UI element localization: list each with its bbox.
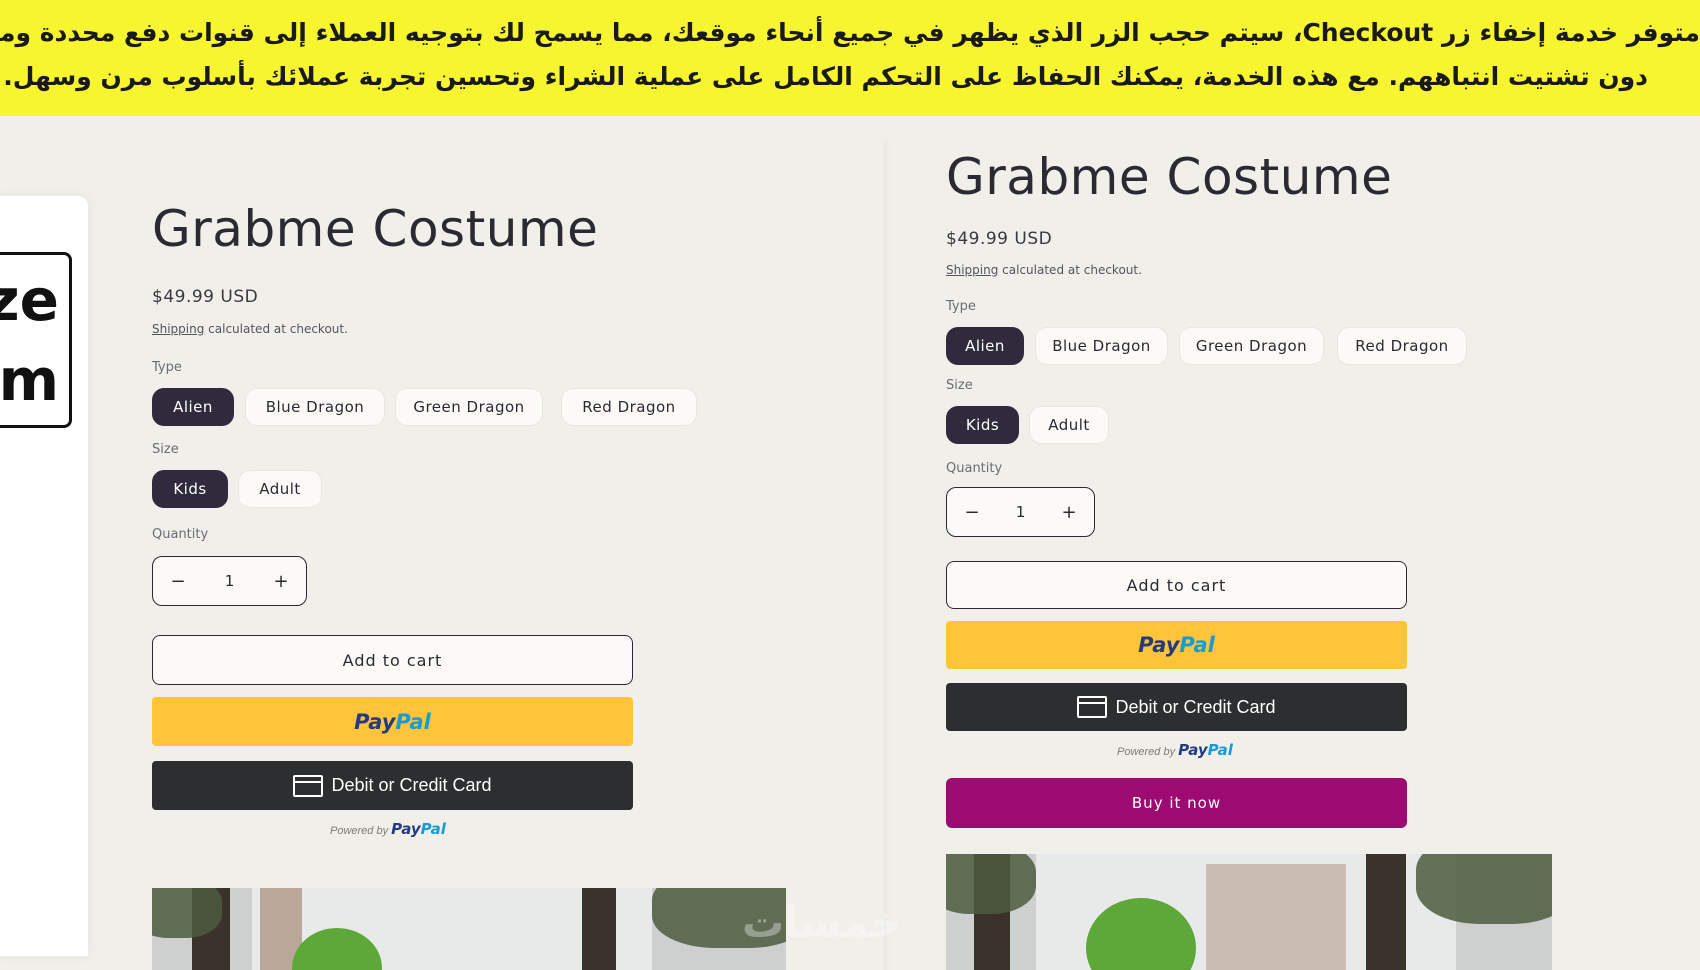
paypal-logo-pay: Pay xyxy=(1138,633,1180,657)
quantity-label: Quantity xyxy=(946,461,1003,476)
product-price: $49.99 USD xyxy=(152,287,259,307)
panel-divider xyxy=(884,140,890,970)
banner-line-2: دون تشتيت انتباههم. مع هذه الخدمة، يمكنك… xyxy=(3,62,1648,91)
product-media-card: ze m xyxy=(0,196,88,956)
type-option-alien[interactable]: Alien xyxy=(946,327,1024,365)
shipping-link[interactable]: Shipping xyxy=(946,263,998,277)
powered-paypal-logo: PayPal xyxy=(1178,741,1233,759)
product-photo xyxy=(946,854,1552,970)
powered-logo-pay: Pay xyxy=(1178,741,1208,759)
quantity-increase-button[interactable]: + xyxy=(1044,502,1094,523)
credit-card-icon xyxy=(1077,696,1108,718)
banner-line-1: متوفر خدمة إخفاء زر Checkout، سيتم حجب ا… xyxy=(0,18,1700,47)
type-label: Type xyxy=(946,299,976,314)
powered-logo-pay: Pay xyxy=(391,820,421,838)
powered-logo-pal: Pal xyxy=(1207,741,1233,759)
quantity-increase-button[interactable]: + xyxy=(256,571,306,592)
paypal-logo: PayPal xyxy=(354,710,431,734)
paypal-logo-pal: Pal xyxy=(395,709,431,734)
announcement-banner: متوفر خدمة إخفاء زر Checkout، سيتم حجب ا… xyxy=(0,0,1700,116)
paypal-logo-pal: Pal xyxy=(1179,633,1215,657)
size-option-kids[interactable]: Kids xyxy=(946,406,1019,444)
product-title: Grabme Costume xyxy=(152,200,599,258)
type-option-blue-dragon[interactable]: Blue Dragon xyxy=(1035,327,1168,365)
thumbnail-text-2: m xyxy=(0,346,59,414)
size-option-adult[interactable]: Adult xyxy=(1029,406,1109,444)
quantity-stepper: − 1 + xyxy=(152,556,307,606)
quantity-label: Quantity xyxy=(152,527,209,542)
credit-card-icon xyxy=(293,774,324,797)
debit-credit-card-label: Debit or Credit Card xyxy=(331,775,492,795)
quantity-decrease-button[interactable]: − xyxy=(153,571,203,592)
shipping-note: Shipping calculated at checkout. xyxy=(152,322,348,336)
type-option-green-dragon[interactable]: Green Dragon xyxy=(1179,327,1324,365)
product-title: Grabme Costume xyxy=(946,148,1393,206)
quantity-value[interactable]: 1 xyxy=(203,572,256,590)
shipping-note: Shipping calculated at checkout. xyxy=(946,263,1142,277)
powered-by-paypal: Powered by PayPal xyxy=(330,820,446,838)
powered-by-label: Powered by xyxy=(1117,746,1176,758)
type-option-blue-dragon[interactable]: Blue Dragon xyxy=(245,388,385,426)
paypal-logo: PayPal xyxy=(1138,633,1215,657)
type-option-alien[interactable]: Alien xyxy=(152,388,234,426)
type-option-red-dragon[interactable]: Red Dragon xyxy=(1337,327,1467,365)
product-photo xyxy=(152,888,786,970)
watermark: خمسات xyxy=(742,898,902,947)
size-label: Size xyxy=(152,442,179,457)
type-option-green-dragon[interactable]: Green Dragon xyxy=(395,388,543,426)
add-to-cart-button[interactable]: Add to cart xyxy=(946,561,1407,609)
paypal-button[interactable]: PayPal xyxy=(152,697,633,746)
quantity-decrease-button[interactable]: − xyxy=(947,502,997,523)
powered-by-paypal: Powered by PayPal xyxy=(1117,741,1233,759)
product-price: $49.99 USD xyxy=(946,229,1053,249)
paypal-logo-pay: Pay xyxy=(354,709,396,734)
type-option-red-dragon[interactable]: Red Dragon xyxy=(561,388,697,426)
size-chart-thumbnail[interactable]: ze m xyxy=(0,252,72,428)
type-label: Type xyxy=(152,360,182,375)
thumbnail-text-1: ze xyxy=(0,266,59,334)
powered-by-label: Powered by xyxy=(330,825,389,837)
shipping-link[interactable]: Shipping xyxy=(152,322,204,336)
paypal-button[interactable]: PayPal xyxy=(946,621,1407,669)
size-option-adult[interactable]: Adult xyxy=(238,470,322,508)
powered-paypal-logo: PayPal xyxy=(391,820,446,838)
debit-credit-card-label: Debit or Credit Card xyxy=(1115,696,1276,717)
powered-logo-pal: Pal xyxy=(420,820,446,838)
shipping-text: calculated at checkout. xyxy=(998,263,1142,277)
size-option-kids[interactable]: Kids xyxy=(152,470,228,508)
product-panel-after: Grabme Costume $49.99 USD Shipping calcu… xyxy=(946,140,1666,970)
product-panel-before: Grabme Costume $49.99 USD Shipping calcu… xyxy=(152,196,901,970)
quantity-value[interactable]: 1 xyxy=(997,503,1044,521)
quantity-stepper: − 1 + xyxy=(946,487,1095,537)
size-label: Size xyxy=(946,378,973,393)
shipping-text: calculated at checkout. xyxy=(204,322,348,336)
buy-it-now-button[interactable]: Buy it now xyxy=(946,778,1407,828)
add-to-cart-button[interactable]: Add to cart xyxy=(152,635,633,685)
debit-credit-card-button[interactable]: Debit or Credit Card xyxy=(152,761,633,810)
debit-credit-card-button[interactable]: Debit or Credit Card xyxy=(946,683,1407,731)
